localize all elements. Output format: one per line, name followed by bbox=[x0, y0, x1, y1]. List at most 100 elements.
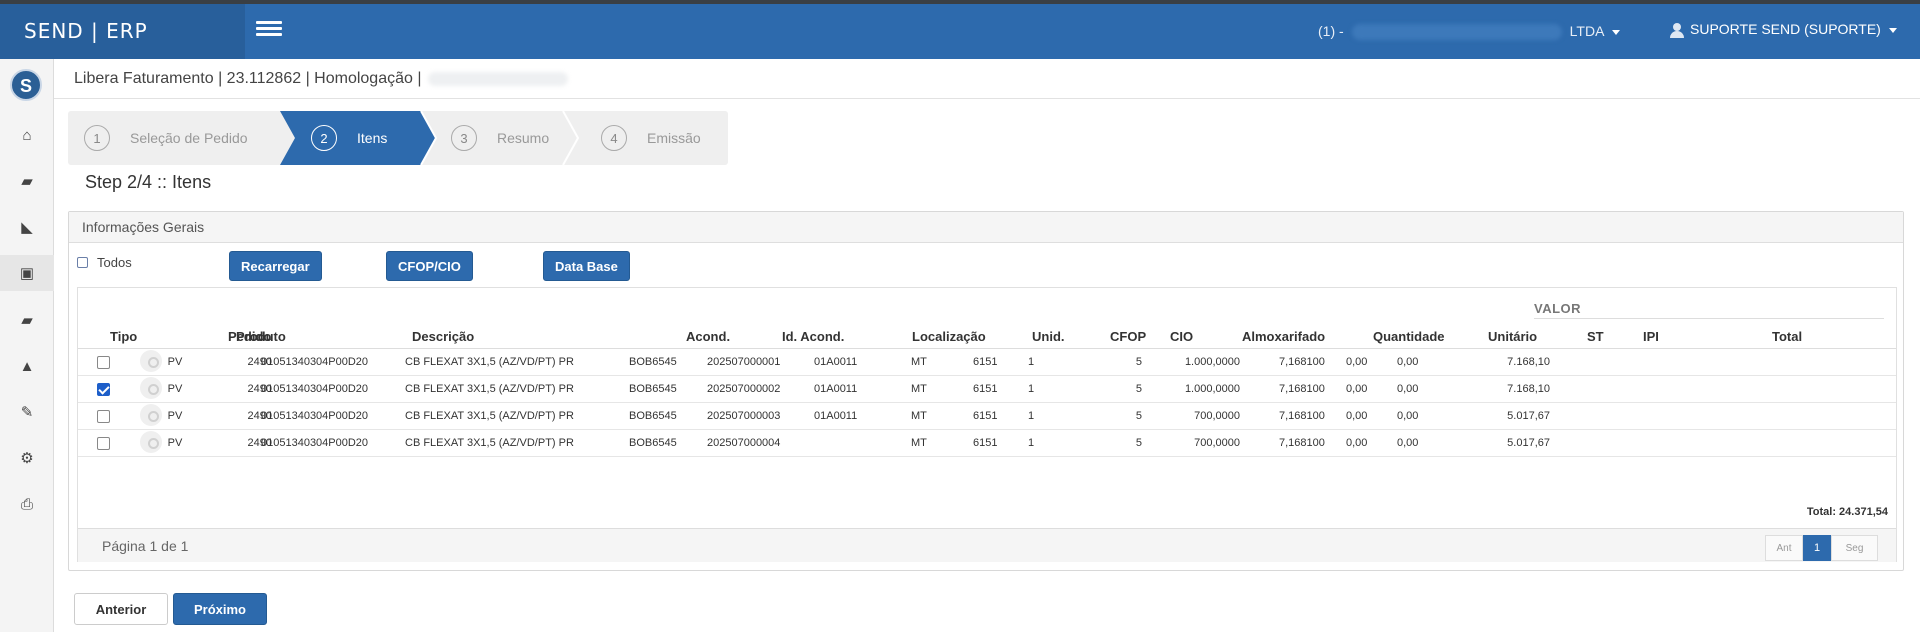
cell-cio: 1 bbox=[1028, 356, 1035, 368]
cell-quantidade: 700,0000 bbox=[1194, 437, 1240, 449]
table-row[interactable]: PV 2490 01051340304P00D20 CB FLEXAT 3X1,5 (… bbox=[78, 430, 1896, 457]
col-header-cfop[interactable]: CFOP bbox=[1110, 329, 1146, 344]
cell-produto: 01051340304P00D20 bbox=[261, 437, 369, 449]
zoom-icon[interactable] bbox=[140, 404, 162, 426]
cell-tipo: PV bbox=[167, 437, 183, 449]
road-icon: ▲ bbox=[19, 357, 35, 375]
col-header-id-acond[interactable]: Id. Acond. bbox=[782, 329, 844, 344]
zoom-icon[interactable] bbox=[140, 350, 162, 372]
col-header-ipi[interactable]: IPI bbox=[1643, 329, 1659, 344]
select-all-label: Todos bbox=[97, 255, 132, 270]
company-name-redacted bbox=[1351, 24, 1562, 41]
col-header-tipo[interactable]: Tipo bbox=[110, 329, 137, 344]
sidebar-item-print-icon[interactable]: ⎙ bbox=[0, 486, 54, 522]
hamburger-icon[interactable] bbox=[252, 18, 292, 44]
row-checkbox[interactable] bbox=[97, 410, 110, 423]
sidebar-item-truck-icon[interactable]: ▰ bbox=[0, 302, 54, 338]
cell-localizacao: 01A0011 bbox=[814, 356, 858, 368]
table-row[interactable]: PV 2490 01051340304P00D20 CB FLEXAT 3X1,5 (… bbox=[78, 376, 1896, 403]
cell-unid: MT bbox=[911, 437, 927, 449]
col-header-unitario[interactable]: Unitário bbox=[1488, 329, 1537, 344]
cell-unid: MT bbox=[911, 410, 927, 422]
col-header-localizacao[interactable]: Localização bbox=[912, 329, 986, 344]
cell-id-acond: 202507000001 bbox=[707, 356, 781, 368]
reload-button[interactable]: Recarregar bbox=[229, 251, 322, 281]
company-selector[interactable]: (1) - LTDA bbox=[1318, 23, 1621, 41]
table-row[interactable]: PV 2490 01051340304P00D20 CB FLEXAT 3X1,5 (… bbox=[78, 349, 1896, 376]
previous-button[interactable]: Anterior bbox=[74, 593, 168, 625]
cell-tipo: PV bbox=[167, 410, 183, 422]
cogs-icon: ⚙ bbox=[20, 450, 34, 467]
app-brand[interactable]: SEND | ERP bbox=[0, 4, 245, 59]
cell-produto: 01051340304P00D20 bbox=[261, 383, 369, 395]
sidebar-item-cogs-icon[interactable]: ⚙ bbox=[0, 440, 54, 476]
step-number: 4 bbox=[601, 125, 627, 151]
cell-cfop: 6151 bbox=[973, 410, 998, 422]
breadcrumb-redacted bbox=[427, 71, 568, 86]
cell-ipi: 0,00 bbox=[1397, 410, 1419, 422]
truck-icon: ▰ bbox=[21, 173, 33, 190]
cell-unitario: 7,168100 bbox=[1279, 437, 1325, 449]
col-header-descricao[interactable]: Descrição bbox=[412, 329, 474, 344]
date-base-button[interactable]: Data Base bbox=[543, 251, 630, 281]
row-checkbox[interactable] bbox=[97, 356, 110, 369]
cell-localizacao: 01A0011 bbox=[814, 383, 858, 395]
table-row[interactable]: PV 2490 01051340304P00D20 CB FLEXAT 3X1,5 (… bbox=[78, 403, 1896, 430]
step-label: Resumo bbox=[497, 130, 550, 146]
col-header-quantidade[interactable]: Quantidade bbox=[1373, 329, 1445, 344]
cell-total: 7.168,10 bbox=[1507, 356, 1550, 368]
cell-ipi: 0,00 bbox=[1397, 383, 1419, 395]
wizard-step-2[interactable]: 2 Itens bbox=[311, 111, 387, 165]
cell-id-acond: 202507000002 bbox=[707, 383, 781, 395]
select-all-checkbox[interactable]: Todos bbox=[77, 255, 132, 270]
col-header-st[interactable]: ST bbox=[1587, 329, 1604, 344]
sidebar-item-id-card-icon[interactable]: ▣ bbox=[0, 255, 54, 291]
cell-st: 0,00 bbox=[1346, 437, 1368, 449]
general-info-panel: Informações Gerais Todos Recarregar CFOP… bbox=[68, 211, 1904, 571]
cell-tipo: PV bbox=[167, 383, 183, 395]
row-checkbox[interactable] bbox=[97, 383, 110, 396]
col-header-produto[interactable]: Produto bbox=[236, 329, 286, 344]
col-header-cio[interactable]: CIO bbox=[1170, 329, 1193, 344]
cell-ipi: 0,00 bbox=[1397, 437, 1419, 449]
col-header-unid[interactable]: Unid. bbox=[1032, 329, 1065, 344]
col-header-acond[interactable]: Acond. bbox=[686, 329, 730, 344]
sidebar-item-truck-icon[interactable]: ▰ bbox=[0, 163, 54, 199]
user-menu[interactable]: SUPORTE SEND (SUPORTE) bbox=[1670, 21, 1897, 38]
sidebar-item-home-icon[interactable]: ⌂ bbox=[0, 117, 54, 153]
wizard-step-1[interactable]: 1 Seleção de Pedido bbox=[84, 111, 248, 165]
company-prefix: (1) - bbox=[1318, 23, 1344, 39]
checkbox-icon[interactable] bbox=[77, 257, 88, 268]
send-logo[interactable]: S bbox=[10, 69, 42, 101]
pager-current[interactable]: 1 bbox=[1803, 535, 1831, 561]
wizard-step-3[interactable]: 3 Resumo bbox=[451, 111, 549, 165]
company-suffix: LTDA bbox=[1569, 23, 1605, 39]
next-button[interactable]: Próximo bbox=[173, 593, 267, 625]
cell-almoxarifado: 5 bbox=[1135, 410, 1142, 422]
valor-divider bbox=[1534, 318, 1884, 319]
sidebar-item-area-chart-icon[interactable]: ◣ bbox=[0, 209, 54, 245]
cfop-cio-button[interactable]: CFOP/CIO bbox=[386, 251, 473, 281]
cell-descricao: CB FLEXAT 3X1,5 (AZ/VD/PT) PR bbox=[405, 383, 574, 395]
pager-next[interactable]: Seg bbox=[1831, 535, 1878, 561]
col-header-total[interactable]: Total bbox=[1772, 329, 1802, 344]
cell-acond: BOB6545 bbox=[629, 356, 677, 368]
cell-almoxarifado: 5 bbox=[1135, 383, 1142, 395]
cell-cio: 1 bbox=[1028, 410, 1035, 422]
cell-cfop: 6151 bbox=[973, 383, 998, 395]
wizard-steps: 1 Seleção de Pedido 2 Itens 3 Resumo 4 Emiss… bbox=[68, 111, 728, 165]
cell-produto: 01051340304P00D20 bbox=[261, 410, 369, 422]
zoom-icon[interactable] bbox=[140, 377, 162, 399]
sidebar-item-wrench-icon[interactable]: ✎ bbox=[0, 394, 54, 430]
cell-descricao: CB FLEXAT 3X1,5 (AZ/VD/PT) PR bbox=[405, 437, 574, 449]
wizard-step-4[interactable]: 4 Emissão bbox=[601, 111, 701, 165]
cell-cfop: 6151 bbox=[973, 437, 998, 449]
sidebar-item-road-icon[interactable]: ▲ bbox=[0, 348, 54, 384]
col-header-almoxarifado[interactable]: Almoxarifado bbox=[1242, 329, 1325, 344]
row-checkbox[interactable] bbox=[97, 437, 110, 450]
cell-st: 0,00 bbox=[1346, 356, 1368, 368]
pager-prev[interactable]: Ant bbox=[1765, 535, 1803, 561]
cell-tipo: PV bbox=[167, 356, 183, 368]
zoom-icon[interactable] bbox=[140, 431, 162, 453]
cell-unitario: 7,168100 bbox=[1279, 356, 1325, 368]
